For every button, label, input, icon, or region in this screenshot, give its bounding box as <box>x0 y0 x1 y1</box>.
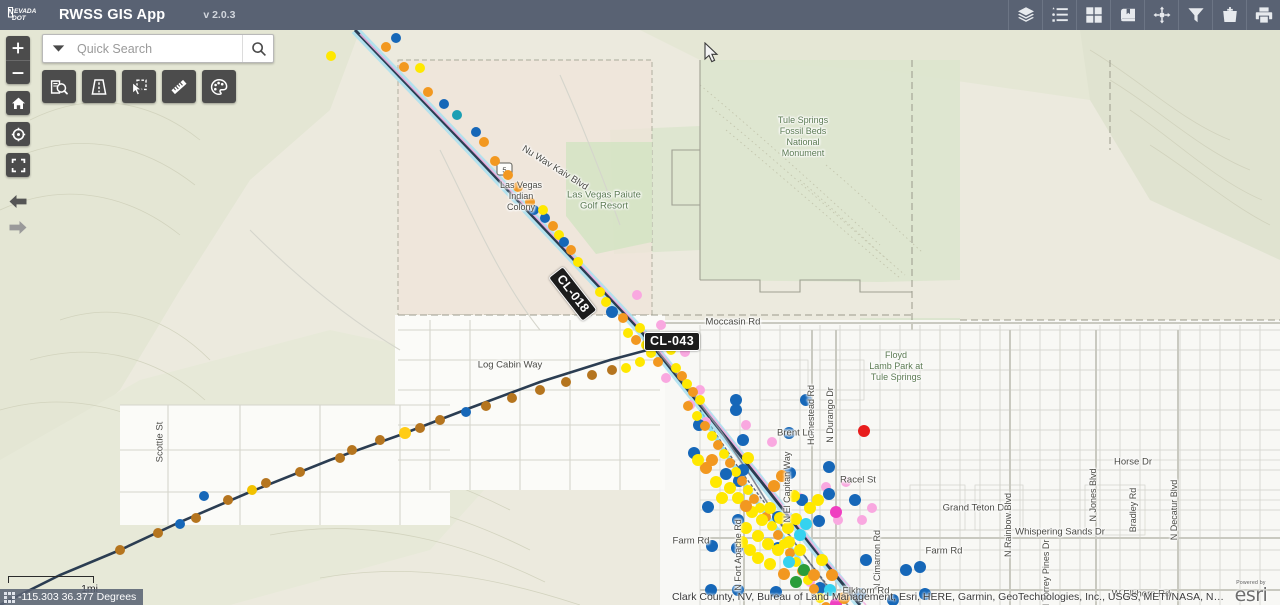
app-version: v 2.0.3 <box>203 9 236 21</box>
directions-icon[interactable] <box>1144 0 1178 30</box>
search-and-tools-panel <box>42 34 274 103</box>
home-icon[interactable] <box>6 91 30 115</box>
nevada-dot-logo-icon: N EVADA DOT <box>6 4 50 26</box>
svg-text:DOT: DOT <box>12 15 27 22</box>
map-tools-row <box>42 70 274 103</box>
search-input[interactable] <box>73 35 242 62</box>
coordinate-readout: -115.303 36.377 Degrees <box>0 589 144 605</box>
full-extent-icon[interactable] <box>6 153 30 177</box>
svg-text:EVADA: EVADA <box>14 8 37 15</box>
legend-icon[interactable] <box>1042 0 1076 30</box>
next-extent-icon[interactable] <box>6 214 30 240</box>
coordinate-text: -115.303 36.377 Degrees <box>18 591 137 603</box>
filter-icon[interactable] <box>1178 0 1212 30</box>
quick-search-bar <box>42 34 274 63</box>
chevron-down-icon[interactable] <box>43 35 73 62</box>
add-data-icon[interactable] <box>1212 0 1246 30</box>
map-graphics: 5 <box>0 30 1280 605</box>
extent-history-controls <box>6 188 30 240</box>
measure-tool[interactable] <box>162 70 196 103</box>
print-icon[interactable] <box>1246 0 1280 30</box>
previous-extent-icon[interactable] <box>6 188 30 214</box>
layers-icon[interactable] <box>1008 0 1042 30</box>
zoom-in-button[interactable] <box>6 36 30 60</box>
home-button-group <box>6 91 30 115</box>
zoom-out-button[interactable] <box>6 60 30 84</box>
locate-button-group <box>6 122 30 146</box>
basemap-gallery-icon[interactable] <box>1076 0 1110 30</box>
draw-tool[interactable] <box>202 70 236 103</box>
locate-crosshair-icon[interactable] <box>6 122 30 146</box>
full-extent-button-group <box>6 153 30 177</box>
app-title: RWSS GIS App <box>59 7 166 23</box>
map-navigation-controls <box>6 36 30 240</box>
milepost-tool[interactable] <box>82 70 116 103</box>
zoom-control-group <box>6 36 30 84</box>
bookmark-icon[interactable] <box>1110 0 1144 30</box>
search-icon[interactable] <box>242 35 273 62</box>
map-canvas[interactable]: 5 CL-018 CL-043 Tule Springs Fossil Beds… <box>0 30 1280 605</box>
coordinate-toggle-icon[interactable] <box>0 589 18 605</box>
app-header: N EVADA DOT RWSS GIS App v 2.0.3 <box>0 0 1280 30</box>
select-tool[interactable] <box>122 70 156 103</box>
query-features-tool[interactable] <box>42 70 76 103</box>
gis-application: N EVADA DOT RWSS GIS App v 2.0.3 5 CL-01… <box>0 0 1280 605</box>
